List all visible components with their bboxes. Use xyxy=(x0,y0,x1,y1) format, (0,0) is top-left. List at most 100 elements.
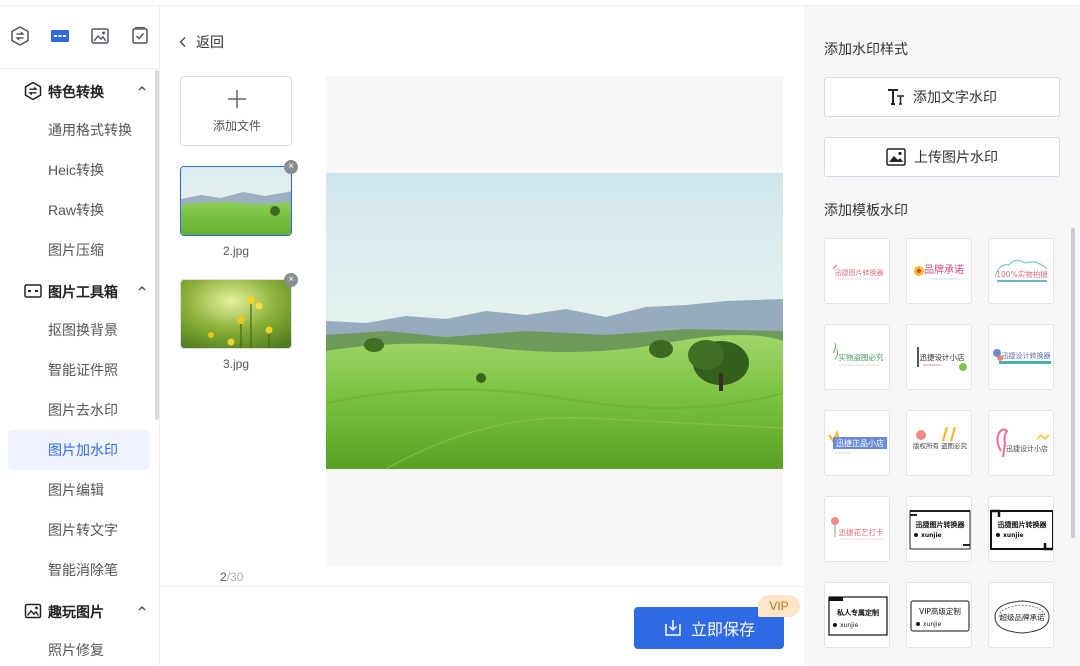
upload-image-watermark-label: 上传图片水印 xyxy=(914,149,998,165)
back-button[interactable]: 返回 xyxy=(178,32,224,52)
style-section-title: 添加水印样式 xyxy=(824,41,908,57)
watermark-panel: 添加水印样式 添加文字水印 上传图片水印 添加模板水印 迅捷图片转换器 品牌承诺… xyxy=(804,6,1080,666)
watermark-template[interactable]: 品牌承诺 xyxy=(906,238,972,304)
landscape-preview-image xyxy=(326,173,783,469)
watermark-template[interactable]: 迅捷图片转换器 xunjie xyxy=(988,496,1054,562)
template-preview: 100%实物拍摄 xyxy=(994,259,1048,282)
watermark-template[interactable]: 迅捷设计小店 xyxy=(988,410,1054,476)
template-preview: 迅捷图片转换器 xunjie xyxy=(990,509,1053,551)
image-fun-icon[interactable] xyxy=(88,24,112,48)
sidebar-item-add-watermark[interactable]: 图片加水印 xyxy=(8,430,149,470)
toolbox-icon[interactable] xyxy=(48,24,72,48)
image-fun-icon xyxy=(24,603,42,619)
template-text: 品牌承诺 xyxy=(924,263,964,276)
template-preview: 迅捷设计转换器 xyxy=(993,349,1051,364)
sidebar-item-photo-restore[interactable]: 照片修复 xyxy=(8,630,149,666)
add-file-button[interactable]: 添加文件 xyxy=(180,76,292,146)
template-text: 迅捷图片转换器 xyxy=(916,520,966,529)
sidebar-group-label: 趣玩图片 xyxy=(48,604,104,620)
sidebar-item-heic-convert[interactable]: Heic转换 xyxy=(8,150,149,190)
plus-icon xyxy=(228,90,246,108)
counter-current: 2 xyxy=(220,570,227,584)
save-label: 立即保存 xyxy=(690,622,755,639)
sidebar-group-convert[interactable]: 特色转换 xyxy=(0,70,160,110)
sidebar-item-image-edit[interactable]: 图片编辑 xyxy=(8,470,149,510)
template-preview: 迅捷正品小店 xyxy=(828,430,887,454)
template-sub: xunjie xyxy=(1003,532,1024,539)
template-preview: 迅捷设计小店 xyxy=(917,347,967,371)
file-name: 2.jpg xyxy=(222,244,250,258)
sidebar-item-remove-watermark[interactable]: 图片去水印 xyxy=(8,390,149,430)
remove-file-button[interactable]: × xyxy=(284,273,298,287)
watermark-template[interactable]: 超级品牌承诺 xyxy=(988,582,1054,648)
back-label: 返回 xyxy=(196,34,224,50)
sidebar-item-format-convert[interactable]: 通用格式转换 xyxy=(8,110,149,150)
counter-total: /30 xyxy=(226,570,244,584)
landscape-thumbnail xyxy=(181,167,291,235)
template-preview: 迅捷花艺打卡 xyxy=(831,517,884,540)
template-text: 迅捷正品小店 xyxy=(836,438,884,448)
add-file-label: 添加文件 xyxy=(212,119,261,133)
vip-badge: VIP xyxy=(758,595,800,617)
template-preview: 迅捷图片转换器 xunjie xyxy=(909,510,971,550)
sidebar-item-compress[interactable]: 图片压缩 xyxy=(8,230,149,270)
convert-icon[interactable] xyxy=(8,24,32,48)
image-preview xyxy=(326,76,783,566)
app-window: 特色转换 通用格式转换 Heic转换 Raw转换 图片压缩 图片工具箱 抠图换背… xyxy=(0,0,1080,666)
watermark-template[interactable]: 迅捷设计转换器 xyxy=(988,324,1054,390)
watermark-template[interactable]: 版权所有 盗图必究 xyxy=(906,410,972,476)
sidebar-group-toolbox[interactable]: 图片工具箱 xyxy=(0,270,160,310)
template-text: 迅捷图片转换器 xyxy=(835,268,884,277)
watermark-template[interactable]: 私人专属定制 xunjie xyxy=(824,582,890,648)
template-text: 100%实物拍摄 xyxy=(996,269,1048,279)
watermark-template[interactable]: 迅捷设计小店 xyxy=(906,324,972,390)
template-text: 迅捷设计小店 xyxy=(1006,444,1048,453)
sidebar-item-raw-convert[interactable]: Raw转换 xyxy=(8,190,149,230)
sidebar-group-fun[interactable]: 趣玩图片 xyxy=(0,590,160,630)
file-thumbnail[interactable] xyxy=(180,279,292,349)
template-preview: 私人专属定制 xunjie xyxy=(828,596,888,636)
checklist-icon[interactable] xyxy=(128,24,152,48)
template-preview: 品牌承诺 xyxy=(914,263,964,280)
watermark-template[interactable]: 迅捷正品小店 xyxy=(824,410,890,476)
template-preview: VIP高级定制 xunjie xyxy=(910,600,970,632)
convert-icon xyxy=(24,82,42,100)
add-text-watermark-label: 添加文字水印 xyxy=(913,89,997,105)
sidebar: 特色转换 通用格式转换 Heic转换 Raw转换 图片压缩 图片工具箱 抠图换背… xyxy=(0,6,160,666)
image-upload-icon xyxy=(886,148,906,166)
template-scrollbar[interactable] xyxy=(1071,228,1075,538)
template-preview: 版权所有 盗图必究 xyxy=(913,426,968,450)
watermark-template[interactable]: 迅捷花艺打卡 xyxy=(824,496,890,562)
template-sub: xunjie xyxy=(923,621,941,628)
template-sub: xunjie xyxy=(921,532,942,539)
sidebar-item-id-photo[interactable]: 智能证件照 xyxy=(8,350,149,390)
file-thumbnail[interactable] xyxy=(180,166,292,236)
chevron-up-icon xyxy=(138,606,146,611)
sidebar-group-label: 特色转换 xyxy=(48,84,104,100)
watermark-template[interactable]: 迅捷图片转换器 xunjie xyxy=(906,496,972,562)
toolbox-icon xyxy=(24,284,42,298)
flower-thumbnail xyxy=(181,280,291,348)
add-text-watermark-button[interactable]: 添加文字水印 xyxy=(824,77,1060,117)
watermark-template[interactable]: 迅捷图片转换器 xyxy=(824,238,890,304)
chevron-left-icon xyxy=(179,37,186,47)
watermark-template[interactable]: 实物盗图必究 xyxy=(824,324,890,390)
template-preview: 实物盗图必究 xyxy=(832,342,884,366)
template-text: 版权所有 盗图必究 xyxy=(913,441,968,450)
main-area: 返回 添加文件 × 2.jpg × 3.jpg 2/30 立即保存 VIP xyxy=(160,6,804,666)
template-text: 迅捷设计小店 xyxy=(920,352,965,362)
template-preview: 超级品牌承诺 xyxy=(994,600,1050,634)
sidebar-scrollbar[interactable] xyxy=(155,70,159,420)
sidebar-item-eraser[interactable]: 智能消除笔 xyxy=(8,550,149,590)
sidebar-item-ocr[interactable]: 图片转文字 xyxy=(8,510,149,550)
remove-file-button[interactable]: × xyxy=(284,160,298,174)
template-text: 实物盗图必究 xyxy=(839,352,884,362)
watermark-template[interactable]: 100%实物拍摄 xyxy=(988,238,1054,304)
upload-image-watermark-button[interactable]: 上传图片水印 xyxy=(824,137,1060,177)
watermark-template[interactable]: VIP高级定制 xunjie xyxy=(906,582,972,648)
file-name: 3.jpg xyxy=(222,357,250,371)
sidebar-top-icons xyxy=(0,24,160,56)
sidebar-divider xyxy=(0,68,160,69)
sidebar-item-cutout[interactable]: 抠图换背景 xyxy=(8,310,149,350)
chevron-up-icon xyxy=(138,286,146,291)
